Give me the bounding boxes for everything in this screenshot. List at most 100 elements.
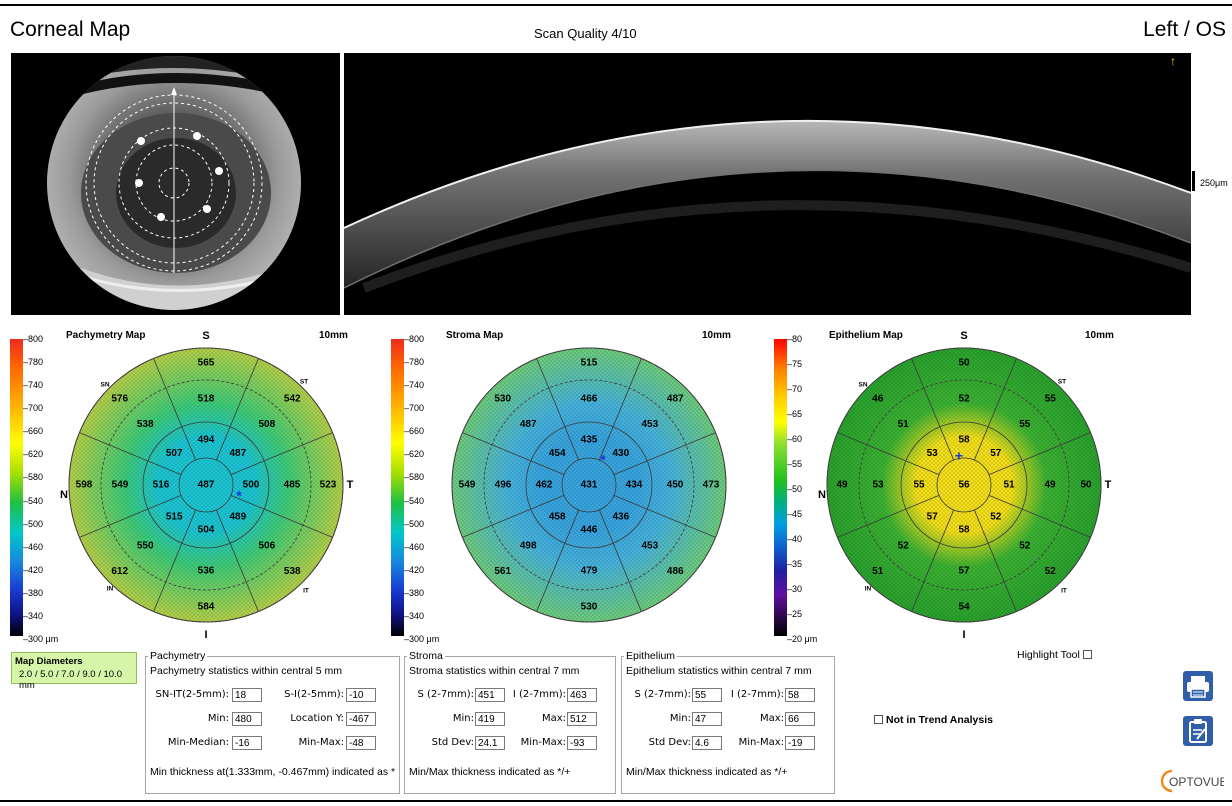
epi-s-value: 55	[692, 688, 722, 702]
map-value: 58	[958, 525, 970, 536]
compass-t: T	[1105, 479, 1112, 491]
stroma-note: Min/Max thickness indicated as */+	[409, 766, 571, 778]
map-value: 435	[581, 435, 598, 446]
stroma-map: 431 435 430 434 436 446 458 462 454 466 453 450 453 4…	[451, 347, 727, 623]
map-value: 584	[198, 602, 215, 613]
map-value-center: 487	[198, 480, 215, 491]
map-value: 530	[494, 393, 511, 404]
stroma-legend: Stroma	[409, 650, 443, 662]
colorbar-tick: –35	[787, 559, 803, 569]
compass-it: IT	[1061, 588, 1067, 595]
colorbar-tick: –75	[787, 359, 803, 369]
stroma-min-max-value: -93	[567, 736, 597, 750]
map-value: 565	[198, 358, 215, 369]
stroma-max-label: Max:	[541, 713, 566, 724]
map-value: 473	[703, 480, 720, 491]
highlight-tool-checkbox[interactable]	[1083, 650, 1092, 659]
epi-min-max-label: Min-Max:	[738, 737, 784, 748]
location-y-value: -467	[346, 712, 376, 726]
colorbar-tick: –700	[404, 403, 425, 414]
map-value: 498	[520, 540, 537, 551]
map-value: 576	[111, 393, 128, 404]
min-thickness-marker: +	[955, 448, 963, 464]
map-value: 434	[626, 480, 643, 491]
map-value: 487	[520, 419, 537, 430]
map-value: 49	[1044, 480, 1056, 491]
colorbar-tick: –780	[404, 357, 425, 368]
colorbar-tick: –620	[404, 449, 425, 460]
colorbar-tick: –25	[787, 609, 803, 619]
colorbar-tick: –540	[23, 495, 44, 506]
printer-icon[interactable]	[1183, 671, 1213, 701]
epithelium-stats-group: Epithelium Epithelium statistics within …	[621, 650, 835, 794]
colorbar-tick: –460	[404, 541, 425, 552]
map-value: 58	[958, 435, 970, 446]
colorbar-tick: –60	[787, 434, 803, 444]
epithelium-colorbar	[774, 339, 787, 636]
map-value: 55	[1019, 419, 1031, 430]
min-label: Min:	[207, 713, 229, 724]
colorbar-tick: –65	[787, 409, 803, 419]
scale-bar	[1192, 171, 1195, 191]
stroma-min-value: 419	[475, 712, 505, 726]
compass-st: ST	[1058, 379, 1066, 386]
colorbar-tick: –70	[787, 384, 803, 394]
compass-n: N	[818, 489, 826, 501]
map-value: 487	[229, 448, 246, 459]
map-value: 50	[958, 358, 970, 369]
map-value: 454	[549, 448, 566, 459]
min-max-value: -48	[346, 736, 376, 750]
pachymetry-colorbar	[10, 339, 23, 636]
min-median-label: Min-Median:	[167, 737, 229, 748]
map-value: 494	[198, 435, 215, 446]
pachymetry-map: 487 494 487 500 489 504 515 516 507 518 508 485 506 5…	[60, 330, 354, 641]
map-value: 52	[958, 394, 970, 405]
colorbar-tick: –660	[404, 426, 425, 437]
sn-it-label: SN-IT(2-5mm):	[155, 689, 229, 700]
map-diameters-title: Map Diameters	[15, 656, 83, 667]
colorbar-tick: –460	[23, 541, 44, 552]
map-value: 466	[581, 394, 598, 405]
colorbar-tick: –380	[404, 587, 425, 598]
clipboard-icon[interactable]	[1183, 716, 1213, 746]
not-in-trend-checkbox[interactable]	[874, 715, 883, 724]
map-value: 52	[990, 511, 1002, 522]
epithelium-map: 56 58 57 51 52 58 57 55 53 52 55 49 52 57 52 53 51 50 55 50…	[818, 330, 1112, 641]
stroma-min-max-label: Min-Max:	[520, 737, 566, 748]
map-value: 550	[137, 540, 154, 551]
min-median-value: -16	[232, 736, 262, 750]
map-value: 485	[284, 480, 301, 491]
colorbar-tick: –20 μm	[787, 634, 818, 644]
map-value: 51	[898, 419, 910, 430]
not-in-trend-label: Not in Trend Analysis	[886, 714, 993, 726]
map-value: 504	[198, 525, 215, 536]
min-thickness-marker: *	[236, 488, 242, 504]
stroma-max-value: 512	[567, 712, 597, 726]
map-value: 549	[459, 480, 476, 491]
compass-i: I	[962, 629, 965, 641]
colorbar-tick: –40	[787, 534, 803, 544]
compass-i: I	[204, 629, 207, 641]
map-value: 453	[641, 540, 658, 551]
map-value: 52	[1019, 540, 1031, 551]
colorbar-tick: –500	[404, 518, 425, 529]
epi-std-label: Std Dev:	[648, 737, 691, 748]
map-value: 479	[581, 566, 598, 577]
map-value: 450	[667, 480, 684, 491]
map-value: 489	[229, 511, 246, 522]
top-divider	[0, 4, 1232, 6]
compass-it: IT	[303, 588, 309, 595]
epi-i-label: I (2-7mm):	[730, 689, 784, 700]
map-value: 446	[581, 525, 598, 536]
epi-max-label: Max:	[759, 713, 784, 724]
epithelium-note: Min/Max thickness indicated as */+	[626, 766, 788, 778]
stroma-colorbar	[391, 339, 404, 636]
colorbar-tick: –780	[23, 357, 44, 368]
s-i-value: -10	[346, 688, 376, 702]
pachymetry-colorbar-labels: –800 –780 –740 –700 –660 –620 –580 –540 –500 –460…	[23, 330, 63, 644]
colorbar-tick: –50	[787, 484, 803, 494]
map-value: 52	[1045, 566, 1057, 577]
map-diameters-panel[interactable]: Map Diameters 2.0 / 5.0 / 7.0 / 9.0 / 10…	[11, 652, 137, 691]
stroma-min-label: Min:	[452, 713, 474, 724]
iris-camera-image	[11, 53, 340, 315]
